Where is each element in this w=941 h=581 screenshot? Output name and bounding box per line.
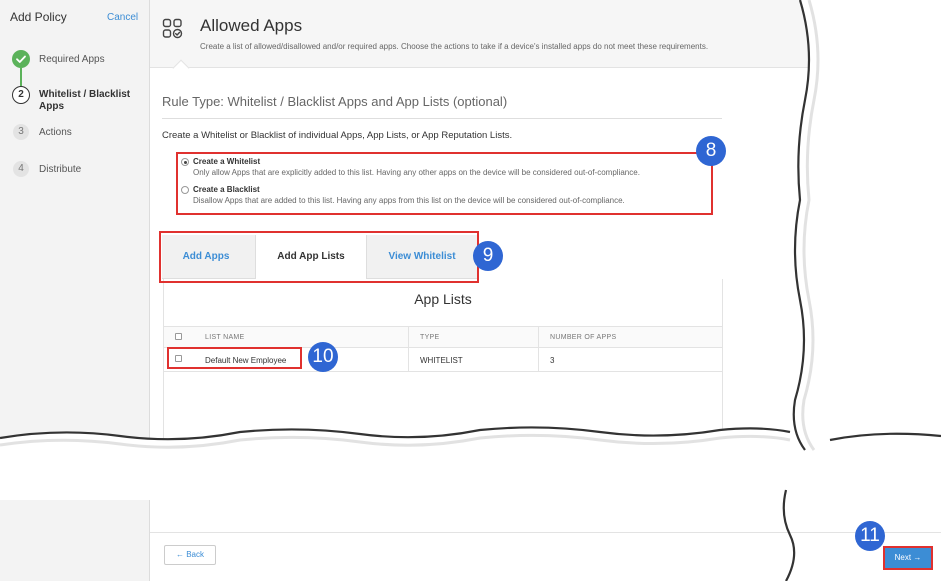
step-actions[interactable]: 3 Actions [0,124,150,144]
list-name-cell: Default New Employee [205,356,287,365]
wizard-footer: ← Back Next → [150,532,941,581]
option-description: Disallow Apps that are added to this lis… [193,196,625,205]
option-create-whitelist[interactable]: Create a Whitelist Only allow Apps that … [181,157,711,181]
tab-bar: Add Apps Add App Lists View Whitelist [162,235,478,280]
step-label: Required Apps [39,54,105,65]
table-header: LIST NAME TYPE NUMBER OF APPS [164,326,722,348]
next-button[interactable]: Next → [883,546,933,570]
callout-badge: 10 [308,342,338,372]
sidebar-title: Add Policy [10,10,67,24]
app-count-cell: 3 [550,356,555,365]
checkmark-icon [12,50,30,68]
tab-view-whitelist[interactable]: View Whitelist [372,235,472,279]
app-lists-title: App Lists [414,291,472,307]
column-header-type: TYPE [420,334,440,341]
step-label: Actions [39,127,72,138]
option-title: Create a Whitelist [193,157,261,166]
divider [162,118,722,119]
step-label: Whitelist / Blacklist Apps [39,89,131,112]
option-title: Create a Blacklist [193,185,260,194]
back-button[interactable]: ← Back [164,545,216,565]
step-label: Distribute [39,164,82,175]
tab-add-apps[interactable]: Add Apps [162,235,250,279]
whitelist-radio[interactable] [181,158,189,166]
intro-text: Create a Whitelist or Blacklist of indiv… [162,130,513,141]
app-lists-panel: App Lists LIST NAME TYPE NUMBER OF APPS … [163,279,723,449]
tab-add-app-lists[interactable]: Add App Lists [255,235,367,280]
page-title: Allowed Apps [200,16,303,35]
column-header-number-of-apps: NUMBER OF APPS [550,334,617,341]
step-whitelist-blacklist[interactable]: 2 Whitelist / Blacklist Apps [0,85,150,117]
option-description: Only allow Apps that are explicitly adde… [193,168,640,177]
step-number: 3 [13,124,29,140]
callout-badge: 11 [855,521,885,551]
row-checkbox[interactable] [175,355,182,362]
step-number: 4 [13,161,29,177]
page-header: Allowed Apps Create a list of allowed/di… [150,0,941,68]
table-row[interactable]: Default New Employee WHITELIST 3 [164,348,722,372]
step-connector [20,68,22,86]
option-create-blacklist[interactable]: Create a Blacklist Disallow Apps that ar… [181,185,711,209]
step-number: 2 [12,86,30,104]
step-required-apps[interactable]: Required Apps [0,47,150,71]
blacklist-radio[interactable] [181,186,189,194]
apps-check-icon [162,18,184,40]
column-header-list-name: LIST NAME [205,334,245,341]
wizard-sidebar: Add Policy Cancel Required Apps 2 Whitel… [0,0,150,581]
rule-type-heading: Rule Type: Whitelist / Blacklist Apps an… [162,94,508,109]
callout-badge: 9 [473,241,503,271]
page-subtitle: Create a list of allowed/disallowed and/… [200,42,709,51]
callout-badge: 8 [696,136,726,166]
sidebar-header: Add Policy Cancel [0,0,150,32]
select-all-checkbox[interactable] [175,333,182,340]
cancel-link[interactable]: Cancel [107,12,138,23]
type-cell: WHITELIST [420,356,463,365]
step-distribute[interactable]: 4 Distribute [0,161,150,181]
